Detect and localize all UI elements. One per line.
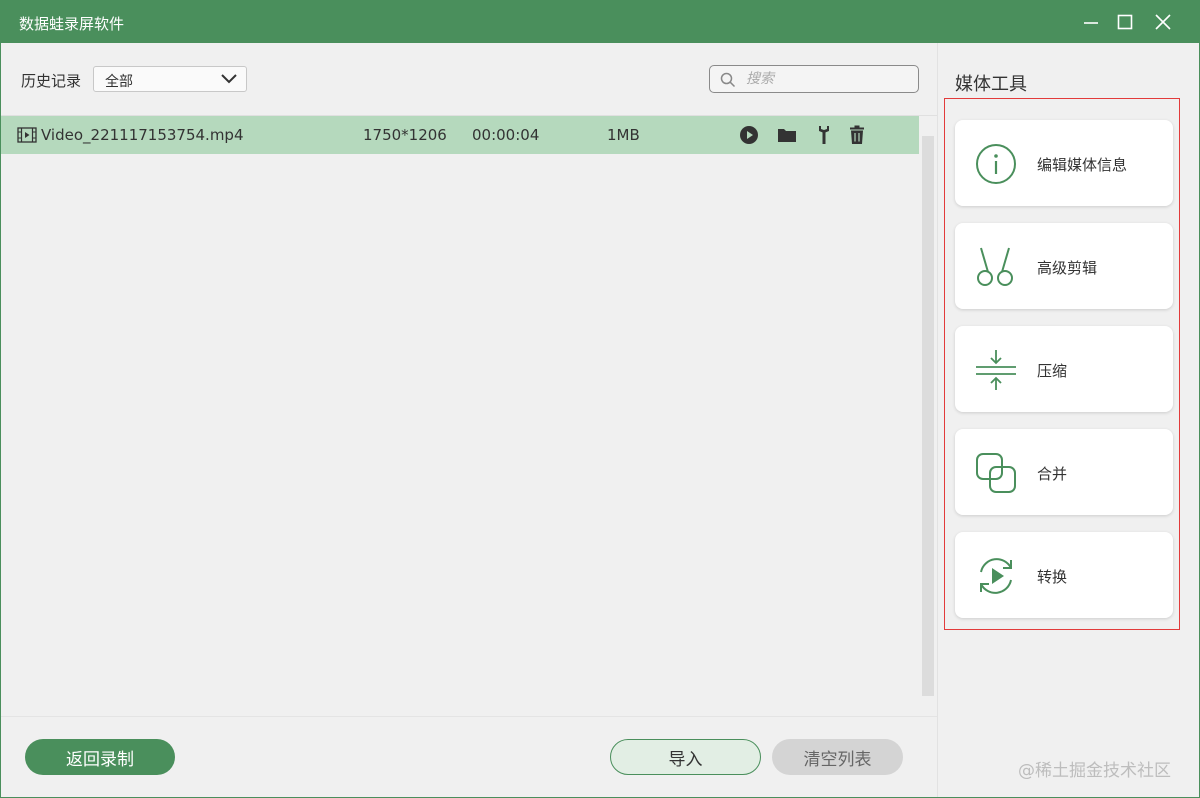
close-button[interactable] <box>1141 1 1185 43</box>
convert-icon <box>980 558 1012 594</box>
media-tools-title: 媒体工具 <box>955 74 1027 95</box>
tool-convert[interactable]: 转换 <box>955 532 1173 618</box>
tool-label: 压缩 <box>1037 362 1068 380</box>
trash-icon <box>850 125 864 144</box>
maximize-icon <box>1117 14 1133 30</box>
search-box[interactable] <box>709 65 919 93</box>
app-window: 数据蛙录屏软件 历史记录 全部 搜索 Video_221117153754.mp… <box>0 0 1200 798</box>
compress-icon <box>976 350 1016 390</box>
tool-label: 转换 <box>1037 568 1068 586</box>
file-size: 1MB <box>607 126 640 144</box>
back-to-record-button[interactable]: 返回录制 <box>25 739 175 775</box>
play-button[interactable] <box>739 125 759 145</box>
delete-button[interactable] <box>847 125 867 145</box>
tool-edit-media-info[interactable]: 编辑媒体信息 <box>955 120 1173 206</box>
folder-icon <box>778 129 796 142</box>
tool-compress[interactable]: 压缩 <box>955 326 1173 412</box>
file-row[interactable]: Video_221117153754.mp4 1750*1206 00:00:0… <box>1 116 919 154</box>
search-input[interactable] <box>746 69 912 89</box>
window-title: 数据蛙录屏软件 <box>19 15 125 33</box>
search-icon <box>720 72 736 88</box>
video-file-icon <box>17 127 37 143</box>
clear-list-button[interactable]: 清空列表 <box>772 739 903 775</box>
tool-advanced-edit[interactable]: 高级剪辑 <box>955 223 1173 309</box>
tool-label: 合并 <box>1037 465 1068 483</box>
title-bar: 数据蛙录屏软件 <box>1 1 1199 43</box>
media-tools-highlight: 编辑媒体信息 高级剪辑 压缩 合并 转换 <box>944 98 1180 630</box>
tool-label: 高级剪辑 <box>1037 259 1098 277</box>
history-label: 历史记录 <box>21 72 82 90</box>
filter-selected-value: 全部 <box>105 74 133 90</box>
scissors-icon <box>977 247 1013 286</box>
file-resolution: 1750*1206 <box>363 126 447 144</box>
merge-icon <box>976 453 1016 493</box>
history-panel: 历史记录 全部 Video_221117153754 <box>1 43 937 716</box>
tool-button[interactable] <box>814 125 834 145</box>
tool-merge[interactable]: 合并 <box>955 429 1173 515</box>
media-tools-panel: 媒体工具 编辑媒体信息 高级剪辑 压缩 合并 转换 <box>937 43 1199 797</box>
file-name: Video_221117153754.mp4 <box>41 126 244 144</box>
open-folder-button[interactable] <box>777 125 797 145</box>
wrench-icon <box>819 126 829 144</box>
close-icon <box>1155 14 1171 30</box>
minimize-icon <box>1084 22 1098 24</box>
info-icon <box>976 144 1016 184</box>
file-duration: 00:00:04 <box>472 126 540 144</box>
import-button[interactable]: 导入 <box>610 739 761 775</box>
play-icon <box>740 126 758 144</box>
file-list: Video_221117153754.mp4 1750*1206 00:00:0… <box>1 115 937 716</box>
tool-label: 编辑媒体信息 <box>1037 156 1128 174</box>
history-filter-select[interactable]: 全部 <box>93 66 247 92</box>
list-scrollbar[interactable] <box>922 136 934 696</box>
chevron-down-icon <box>221 74 237 84</box>
watermark-text: @稀土掘金技术社区 <box>1018 761 1171 781</box>
bottom-action-bar: 返回录制 导入 清空列表 <box>1 716 937 797</box>
